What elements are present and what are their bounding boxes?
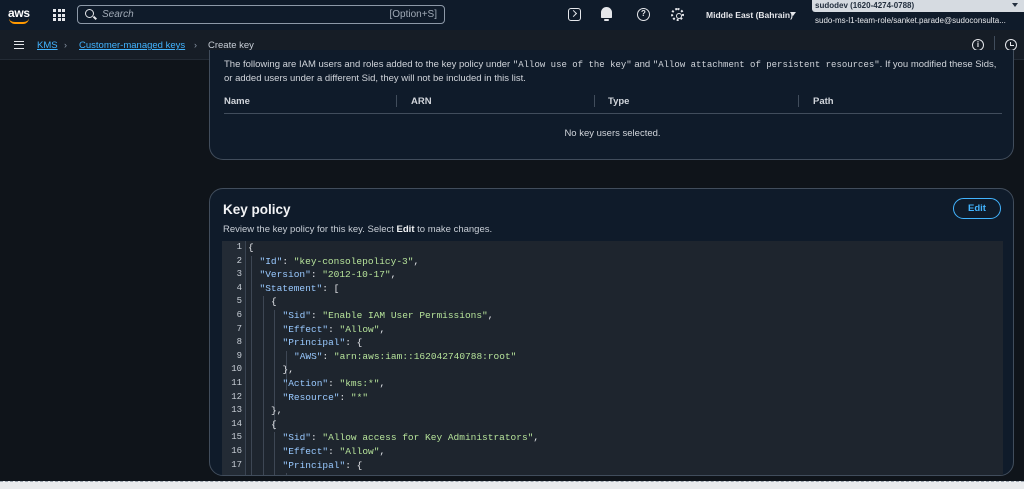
- indent-guide: [274, 432, 275, 475]
- line-number: 8: [236, 337, 242, 348]
- role-label: sudo-ms-l1-team-role/sanket.parade@sudoc…: [815, 16, 1006, 25]
- line-gutter: 1 2 3 4 5 6 7 8 9 10 11 12 13 14 15 16 17: [222, 241, 246, 475]
- top-nav: aws Search [Option+S] ? Middle East (Bah…: [0, 0, 1024, 30]
- line-number: 4: [236, 282, 242, 293]
- search-icon: [85, 9, 94, 18]
- aws-smile-icon: [9, 18, 29, 24]
- empty-state: No key users selected.: [564, 128, 661, 139]
- line-number: 5: [236, 296, 242, 307]
- search-input[interactable]: Search [Option+S]: [77, 5, 445, 24]
- indent-guide: [285, 473, 287, 475]
- indent-guide: [251, 255, 252, 475]
- chevron-right-icon: ›: [194, 40, 197, 50]
- account-menu[interactable]: sudodev (1620-4274-0788): [812, 0, 1024, 12]
- key-policy-title: Key policy: [223, 202, 291, 217]
- gear-icon[interactable]: [671, 8, 684, 21]
- search-shortcut: [Option+S]: [389, 9, 437, 20]
- breadcrumb-kms[interactable]: KMS: [37, 40, 58, 51]
- line-number: 15: [231, 432, 242, 443]
- caret-down-icon[interactable]: [790, 12, 796, 16]
- region-selector[interactable]: Middle East (Bahrain): [706, 10, 793, 20]
- chevron-right-icon: ›: [64, 40, 67, 50]
- help-icon[interactable]: ?: [637, 8, 650, 21]
- column-divider: [798, 95, 799, 107]
- code-line: "Sid": "Enable IAM User Permissions",: [282, 310, 494, 321]
- line-number: 9: [236, 350, 242, 361]
- indent-guide: [262, 296, 264, 475]
- line-number: 14: [231, 418, 242, 429]
- policy-code-editor[interactable]: 1 2 3 4 5 6 7 8 9 10 11 12 13 14 15 16 17 {"Id": "key-co…: [222, 241, 1003, 475]
- aws-logo[interactable]: aws: [8, 4, 34, 26]
- account-id: sudodev (1620-4274-0788): [815, 1, 915, 10]
- code-line: "Action": "kms:*",: [282, 378, 386, 389]
- line-number: 2: [236, 255, 242, 266]
- code-line: "Version": "2012-10-17",: [259, 269, 397, 281]
- code-line: "Principal": {: [282, 459, 363, 471]
- code-line: "Effect": "Allow",: [282, 446, 386, 457]
- line-number: 7: [236, 323, 242, 334]
- key-policy-panel: Key policy Review the key policy for thi…: [209, 188, 1014, 476]
- code-line: "Effect": "Allow",: [282, 323, 386, 335]
- column-arn[interactable]: ARN: [411, 96, 432, 107]
- code-line: },: [271, 405, 283, 417]
- code-line: {: [271, 418, 277, 430]
- column-name[interactable]: Name: [224, 96, 250, 107]
- apps-grid-icon[interactable]: [53, 9, 65, 21]
- code-line: {: [248, 242, 254, 253]
- code-line: "Statement": [: [259, 282, 340, 294]
- key-policy-description: Review the key policy for this key. Sele…: [223, 224, 493, 235]
- column-divider: [594, 95, 595, 107]
- edit-button[interactable]: Edit: [953, 198, 1001, 219]
- search-placeholder: Search: [102, 9, 134, 20]
- column-type[interactable]: Type: [608, 96, 629, 107]
- line-number: 17: [231, 459, 242, 470]
- code-line: "Principal": {: [282, 337, 363, 349]
- line-number: 12: [231, 391, 242, 402]
- code-line: "Id": "key-consolepolicy-3",: [259, 255, 420, 267]
- table-header-line: [224, 113, 1002, 114]
- column-divider: [396, 95, 397, 107]
- line-number: 3: [236, 269, 242, 280]
- code-line: {: [271, 296, 277, 308]
- page-bottom-strip: [0, 481, 1024, 489]
- line-number: 13: [231, 405, 242, 416]
- line-number: 16: [231, 446, 242, 456]
- code-line: "Sid": "Allow access for Key Administrat…: [282, 432, 540, 444]
- menu-icon[interactable]: [14, 41, 24, 49]
- line-number: 6: [236, 310, 242, 320]
- line-number: 10: [231, 364, 242, 375]
- cloudshell-icon[interactable]: [568, 8, 581, 21]
- breadcrumb-customer-managed-keys[interactable]: Customer-managed keys: [79, 40, 185, 51]
- code-line: },: [282, 364, 294, 376]
- bell-icon[interactable]: [601, 7, 612, 21]
- line-number: 1: [236, 242, 242, 252]
- caret-down-icon: [1012, 3, 1018, 7]
- code-line: "Resource": "*": [282, 391, 369, 403]
- line-number: 11: [231, 378, 242, 388]
- code-line: "AWS": "arn:aws:iam::162042740788:root": [294, 350, 517, 362]
- key-users-intro: The following are IAM users and roles ad…: [224, 59, 997, 84]
- key-users-panel: The following are IAM users and roles ad…: [209, 50, 1014, 160]
- column-path[interactable]: Path: [813, 96, 834, 107]
